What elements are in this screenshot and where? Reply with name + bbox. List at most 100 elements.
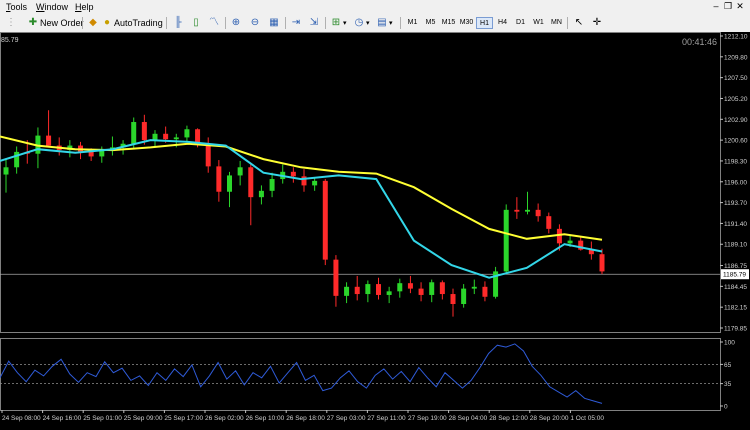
menu-bar: Tools Window Help – ❐ ✕ bbox=[0, 0, 750, 14]
bear-candle bbox=[216, 166, 222, 192]
time-tick-label: 25 Sep 09:00 bbox=[124, 415, 163, 422]
time-tick-label: 27 Sep 19:00 bbox=[408, 415, 447, 422]
zoom-out-button[interactable]: ⊖ bbox=[248, 16, 262, 30]
timeframe-mn[interactable]: MN bbox=[548, 17, 565, 29]
chart-shift-icon: ⇥ bbox=[291, 17, 301, 28]
oscillator-tick-label: 100 bbox=[724, 340, 735, 347]
zoom-out-icon: ⊖ bbox=[250, 17, 260, 28]
auto-trading-status-icon: ● bbox=[103, 17, 111, 28]
price-tick-label: 1189.10 bbox=[724, 242, 747, 249]
timeframe-m1[interactable]: M1 bbox=[404, 17, 421, 29]
bar-chart-icon: ╟ bbox=[174, 17, 182, 28]
bull-candle bbox=[269, 179, 275, 191]
close-icon[interactable]: ✕ bbox=[734, 1, 746, 12]
time-tick-label: 24 Sep 16:00 bbox=[43, 415, 82, 422]
bear-candle bbox=[248, 167, 254, 198]
bull-candle bbox=[237, 167, 243, 176]
bull-candle bbox=[173, 137, 179, 140]
cursor-button[interactable]: ↖ bbox=[572, 16, 586, 30]
auto-scroll-icon: ⇲ bbox=[309, 17, 319, 28]
bear-candle bbox=[376, 284, 381, 295]
timeframe-w1[interactable]: W1 bbox=[530, 17, 547, 29]
price-tick-label: 1196.00 bbox=[724, 179, 747, 186]
bear-candle bbox=[290, 171, 296, 177]
oscillator-line bbox=[0, 343, 603, 404]
bear-candle bbox=[535, 209, 541, 217]
timeframe-d1[interactable]: D1 bbox=[512, 17, 529, 29]
auto-trading-label: AutoTrading bbox=[114, 18, 163, 28]
new-order-icon: ✚ bbox=[28, 17, 38, 28]
bear-candle bbox=[163, 133, 169, 140]
oscillator-tick-label: 65 bbox=[724, 362, 732, 369]
minimize-icon[interactable]: – bbox=[710, 1, 722, 11]
restore-icon[interactable]: ❐ bbox=[722, 1, 734, 12]
time-tick-label: 28 Sep 12:00 bbox=[489, 415, 528, 422]
chart-clock: 00:41:46 bbox=[682, 37, 717, 47]
line-chart-button[interactable]: 〽 bbox=[207, 16, 221, 30]
bull-candle bbox=[397, 283, 403, 292]
toolbar: ⋮ ✚ New Order ◆ ● AutoTrading ╟ ▯ 〽 ⊕ ⊖ … bbox=[0, 14, 750, 33]
bear-candle bbox=[514, 209, 520, 212]
price-tick-label: 1200.60 bbox=[724, 138, 748, 145]
bear-candle bbox=[546, 216, 552, 229]
price-tick-label: 1193.70 bbox=[724, 200, 747, 207]
templates-button[interactable]: ▤ ▾ bbox=[375, 16, 392, 30]
timeframe-m5[interactable]: M5 bbox=[422, 17, 439, 29]
candlestick-button[interactable]: ▯ bbox=[189, 16, 203, 30]
bull-candle bbox=[525, 209, 530, 212]
bull-candle bbox=[567, 240, 573, 244]
line-chart-icon: 〽 bbox=[209, 17, 219, 28]
bear-candle bbox=[88, 151, 94, 157]
timeframe-h1[interactable]: H1 bbox=[476, 17, 493, 29]
bull-candle bbox=[461, 288, 467, 305]
price-tick-label: 1212.10 bbox=[724, 34, 748, 41]
new-order-button[interactable]: ✚ New Order bbox=[26, 16, 84, 30]
periods-button[interactable]: ◷ ▾ bbox=[352, 16, 370, 30]
timeframe-m30[interactable]: M30 bbox=[458, 17, 475, 29]
timeframe-h4[interactable]: H4 bbox=[494, 17, 511, 29]
bear-candle bbox=[450, 294, 456, 305]
current-price-label: 1185.79 bbox=[723, 272, 746, 279]
clock-icon: ◷ bbox=[354, 17, 364, 28]
time-tick-label: 26 Sep 18:00 bbox=[286, 415, 325, 422]
templates-icon: ▤ bbox=[377, 17, 387, 28]
auto-scroll-button[interactable]: ⇲ bbox=[307, 16, 321, 30]
menu-window[interactable]: Window bbox=[36, 2, 68, 12]
price-tick-label: 1186.75 bbox=[724, 263, 747, 270]
price-tick-label: 1198.30 bbox=[724, 158, 747, 165]
menu-help[interactable]: Help bbox=[75, 2, 94, 12]
crosshair-button[interactable]: ✛ bbox=[590, 16, 604, 30]
zoom-in-button[interactable]: ⊕ bbox=[229, 16, 243, 30]
time-tick-label: 24 Sep 08:00 bbox=[2, 415, 41, 422]
bear-candle bbox=[439, 282, 445, 295]
bear-candle bbox=[354, 286, 360, 295]
bull-candle bbox=[471, 286, 477, 289]
cursor-icon: ↖ bbox=[574, 17, 584, 28]
chart-shift-button[interactable]: ⇥ bbox=[289, 16, 303, 30]
auto-trading-button[interactable]: ◆ ● AutoTrading bbox=[86, 16, 163, 30]
menu-tools[interactable]: Tools bbox=[6, 2, 27, 12]
time-tick-label: 28 Sep 20:00 bbox=[530, 415, 569, 422]
price-tick-label: 1182.15 bbox=[724, 305, 747, 312]
time-tick-label: 1 Oct 05:00 bbox=[570, 415, 604, 422]
time-tick-label: 27 Sep 03:00 bbox=[327, 415, 366, 422]
bull-candle bbox=[344, 286, 350, 296]
bull-candle bbox=[429, 282, 435, 295]
bear-candle bbox=[322, 180, 328, 260]
price-chart[interactable]: 1212.10 1209.80 1207.50 1205.20 1202.90 1200.… bbox=[0, 32, 750, 430]
indicators-button[interactable]: ⊞ ▾ bbox=[329, 16, 347, 30]
tile-windows-button[interactable]: ▦ bbox=[267, 16, 281, 30]
toolbar-grip-icon: ⋮ bbox=[6, 17, 16, 28]
time-tick-label: 25 Sep 01:00 bbox=[83, 415, 122, 422]
bear-candle bbox=[205, 143, 211, 167]
price-tick-label: 1202.90 bbox=[724, 117, 748, 124]
new-order-label: New Order bbox=[40, 18, 84, 28]
timeframe-m15[interactable]: M15 bbox=[440, 17, 457, 29]
bear-candle bbox=[418, 288, 424, 295]
time-tick-label: 28 Sep 04:00 bbox=[449, 415, 488, 422]
top-left-value: 85.79 bbox=[1, 37, 19, 44]
indicators-icon: ⊞ bbox=[331, 17, 341, 28]
price-tick-label: 1209.80 bbox=[724, 54, 748, 61]
bar-chart-button[interactable]: ╟ bbox=[171, 16, 185, 30]
price-tick-label: 1205.20 bbox=[724, 96, 748, 103]
